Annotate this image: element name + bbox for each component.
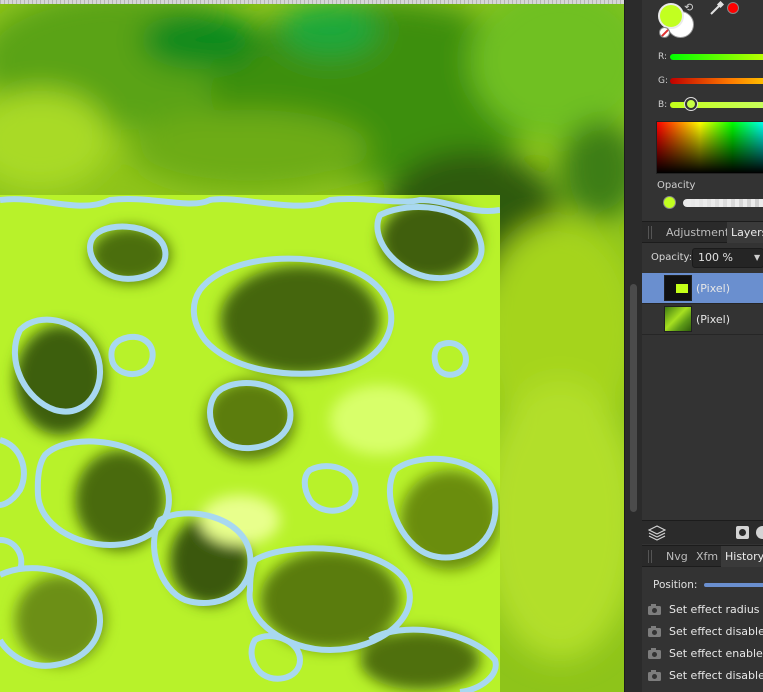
blue-channel-slider-handle[interactable]: [685, 98, 697, 110]
history-item-label: Set effect disabled: [669, 625, 763, 638]
tab-history[interactable]: History: [721, 546, 763, 567]
history-item-label: Set effect disabled: [669, 669, 763, 682]
history-item[interactable]: Set effect disabled: [642, 621, 763, 643]
layers-list-empty-area[interactable]: [642, 335, 763, 520]
scrollbar-thumb[interactable]: [630, 284, 637, 512]
history-item[interactable]: Set effect disabled: [642, 665, 763, 687]
green-channel-slider[interactable]: [670, 78, 763, 84]
tab-transform[interactable]: Xfm: [692, 546, 722, 567]
mask-layer-icon[interactable]: [736, 526, 749, 539]
camera-icon: [648, 670, 661, 681]
layer-thumbnail: [664, 306, 692, 332]
layer-name: (Pixel): [696, 313, 731, 326]
history-item-label: Set effect enabled: [669, 647, 763, 660]
opacity-slider[interactable]: [683, 199, 763, 207]
layer-row[interactable]: (Pixel): [642, 273, 763, 304]
adjustment-layers-tabbar: Adjustment Layers: [642, 221, 763, 243]
color-panel: ⟲ R: G: B: Opacity: [642, 0, 763, 220]
camera-icon: [648, 626, 661, 637]
layers-stack-icon[interactable]: [648, 525, 666, 541]
layer-thumbnail: [664, 275, 692, 301]
color-spectrum[interactable]: [656, 121, 763, 174]
history-position-row: Position:: [642, 568, 763, 598]
none-color-icon[interactable]: [659, 27, 670, 38]
blue-channel-label: B:: [658, 100, 668, 110]
color-picker-icon[interactable]: [708, 1, 724, 17]
history-position-slider[interactable]: [704, 583, 763, 587]
tab-navigator[interactable]: Nvg: [662, 546, 692, 567]
camera-icon: [648, 604, 661, 615]
layers-footer: [642, 520, 763, 544]
nvg-xfm-history-tabbar: Nvg Xfm History: [642, 545, 763, 567]
opacity-color-preview: [663, 196, 676, 209]
chevron-down-icon[interactable]: ▼: [754, 253, 760, 262]
layers-opacity-row: Opacity: 100 % ▼: [642, 244, 763, 272]
camera-icon: [648, 648, 661, 659]
history-item-label: Set effect radius: [669, 603, 760, 616]
fill-color-swatch[interactable]: [658, 3, 684, 29]
panel-grip[interactable]: [648, 226, 653, 239]
opacity-label: Opacity: [657, 180, 696, 191]
tab-adjustment[interactable]: Adjustment: [662, 222, 733, 243]
top-ruler: [0, 0, 624, 4]
history-item[interactable]: Set effect enabled: [642, 643, 763, 665]
document-canvas[interactable]: [0, 0, 624, 692]
layers-opacity-label: Opacity:: [651, 252, 693, 263]
tab-layers[interactable]: Layers: [727, 222, 763, 243]
red-channel-label: R:: [658, 52, 668, 62]
picked-color-swatch[interactable]: [727, 2, 739, 14]
panel-grip[interactable]: [648, 550, 653, 563]
layers-opacity-field[interactable]: 100 %: [692, 248, 763, 268]
history-position-label: Position:: [653, 579, 698, 591]
green-channel-label: G:: [658, 76, 669, 86]
canvas-vertical-scrollbar[interactable]: [624, 0, 642, 692]
canvas-image[interactable]: [0, 0, 624, 692]
blue-channel-slider[interactable]: [670, 102, 763, 108]
layer-name: (Pixel): [696, 282, 731, 295]
layer-row[interactable]: (Pixel): [642, 304, 763, 335]
adjustment-layer-icon[interactable]: [756, 526, 763, 539]
history-item[interactable]: Set effect radius: [642, 599, 763, 621]
studio-panel: ⟲ R: G: B: Opacity Adjustment Layers Opa…: [642, 0, 763, 692]
red-channel-slider[interactable]: [670, 54, 763, 60]
